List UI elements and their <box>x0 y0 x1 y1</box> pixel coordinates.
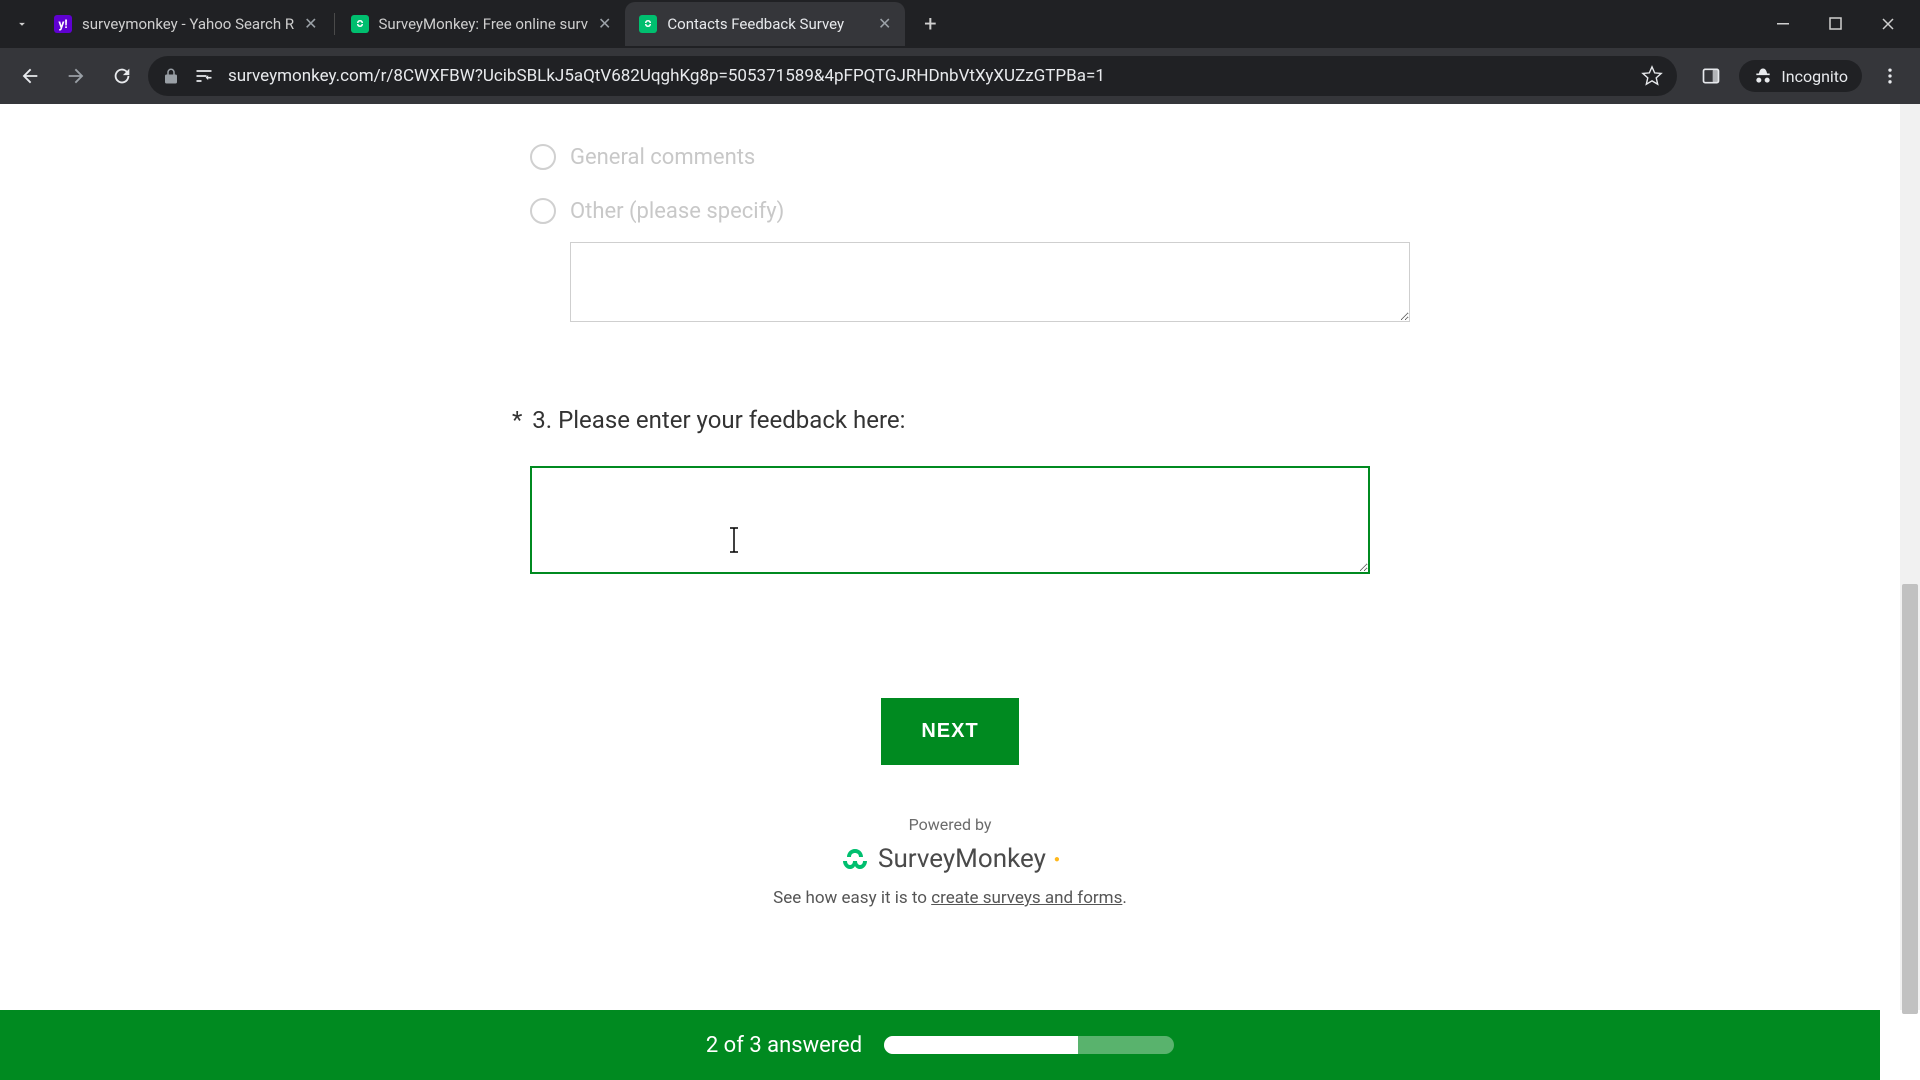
next-button[interactable]: NEXT <box>881 698 1018 765</box>
progress-fill <box>884 1036 1078 1054</box>
option-label: General comments <box>570 145 755 170</box>
tagline: See how easy it is to create surveys and… <box>470 888 1430 908</box>
favicon-surveymonkey-icon <box>351 15 369 33</box>
url-text: surveymonkey.com/r/8CWXFBW?UcibSBLkJ5aQt… <box>228 66 1627 86</box>
tab-search-button[interactable] <box>8 10 36 38</box>
question-number: 3. <box>532 406 552 434</box>
option-general-comments[interactable]: General comments <box>470 144 1430 170</box>
create-surveys-link[interactable]: create surveys and forms <box>931 888 1122 908</box>
scrollbar[interactable] <box>1900 104 1920 1010</box>
minimize-button[interactable] <box>1770 10 1798 38</box>
scroll-thumb[interactable] <box>1902 584 1918 1014</box>
question-3-label: * 3. Please enter your feedback here: <box>470 406 1430 434</box>
question-text: Please enter your feedback here: <box>558 406 905 434</box>
forward-button[interactable] <box>56 56 96 96</box>
feedback-input[interactable] <box>530 466 1370 574</box>
tab-yahoo[interactable]: y! surveymonkey - Yahoo Search R ✕ <box>40 2 332 46</box>
side-panel-icon[interactable] <box>1691 56 1731 96</box>
tab-title: Contacts Feedback Survey <box>667 15 868 33</box>
tune-icon[interactable] <box>194 66 214 86</box>
tab-title: SurveyMonkey: Free online surv <box>379 15 588 33</box>
back-button[interactable] <box>10 56 50 96</box>
incognito-indicator[interactable]: Incognito <box>1739 60 1862 92</box>
bookmark-icon[interactable] <box>1641 65 1663 87</box>
tab-title: surveymonkey - Yahoo Search R <box>82 15 294 33</box>
option-label: Other (please specify) <box>570 199 784 224</box>
option-other[interactable]: Other (please specify) <box>470 198 1430 224</box>
favicon-yahoo-icon: y! <box>54 15 72 33</box>
tab-surveymonkey-home[interactable]: SurveyMonkey: Free online surv ✕ <box>337 2 626 46</box>
monkey-icon <box>840 846 870 872</box>
new-tab-button[interactable]: + <box>913 7 947 41</box>
brand-name: SurveyMonkey <box>878 844 1046 874</box>
required-mark: * <box>512 406 522 434</box>
brand-dot-icon: ● <box>1054 854 1060 865</box>
radio-icon <box>530 198 556 224</box>
progress-footer: 2 of 3 answered <box>0 1010 1880 1080</box>
tab-separator <box>334 13 335 35</box>
close-icon[interactable]: ✕ <box>878 16 891 32</box>
progress-text: 2 of 3 answered <box>706 1033 862 1058</box>
maximize-button[interactable] <box>1822 10 1850 38</box>
surveymonkey-logo[interactable]: SurveyMonkey ● <box>470 844 1430 874</box>
powered-by-label: Powered by <box>470 815 1430 834</box>
favicon-surveymonkey-icon <box>639 15 657 33</box>
incognito-icon <box>1753 66 1773 86</box>
incognito-label: Incognito <box>1781 67 1848 86</box>
reload-button[interactable] <box>102 56 142 96</box>
tab-contacts-feedback[interactable]: Contacts Feedback Survey ✕ <box>625 2 905 46</box>
other-specify-input[interactable] <box>570 242 1410 322</box>
tagline-suffix: . <box>1122 888 1126 908</box>
site-info-icon[interactable] <box>162 67 180 85</box>
close-icon[interactable]: ✕ <box>304 16 317 32</box>
progress-track <box>884 1036 1174 1054</box>
address-bar[interactable]: surveymonkey.com/r/8CWXFBW?UcibSBLkJ5aQt… <box>148 56 1677 96</box>
close-icon[interactable]: ✕ <box>598 16 611 32</box>
close-window-button[interactable] <box>1874 10 1902 38</box>
menu-button[interactable] <box>1870 56 1910 96</box>
tagline-prefix: See how easy it is to <box>773 888 931 908</box>
tab-strip: y! surveymonkey - Yahoo Search R ✕ Surve… <box>40 0 1770 48</box>
radio-icon <box>530 144 556 170</box>
